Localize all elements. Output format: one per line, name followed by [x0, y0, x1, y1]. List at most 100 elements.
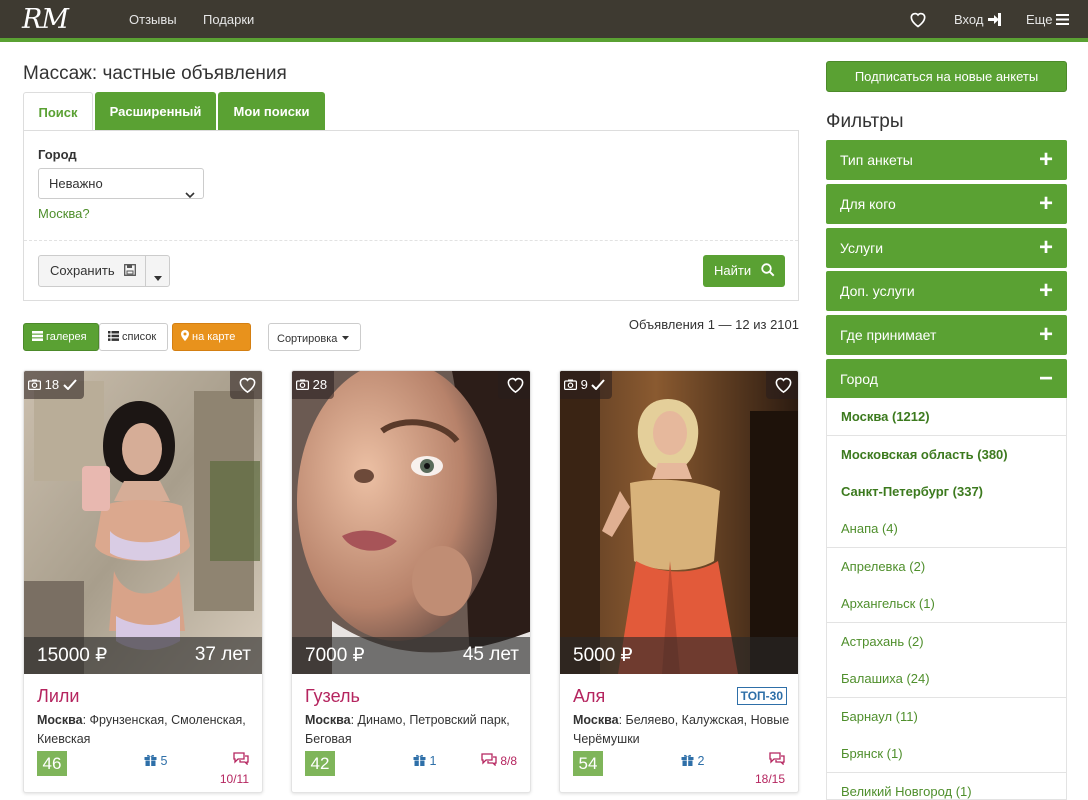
verified-check-icon: [63, 379, 77, 390]
gift-icon: [681, 754, 694, 769]
floppy-icon: [124, 257, 137, 287]
price-bar: 7000 ₽ 45 лет: [292, 637, 530, 674]
divider: [24, 240, 798, 241]
heart-icon: [506, 376, 525, 394]
city-hint-link[interactable]: Москва?: [38, 206, 90, 221]
city-filter-item[interactable]: Брянск (1): [826, 735, 1067, 773]
more-label: Еще: [1026, 12, 1053, 27]
listing-card[interactable]: 18 15000 ₽ 37 лет Лили Москва: Фрунзенск…: [23, 370, 263, 793]
sort-dropdown[interactable]: Сортировка: [268, 323, 361, 351]
listing-location: Москва: Беляево, Калужская, Новые Черёму…: [573, 711, 791, 749]
city-select[interactable]: Неважно: [38, 168, 204, 199]
city-select-value: Неважно: [49, 176, 103, 191]
listing-name[interactable]: Аля: [573, 686, 605, 707]
photo-count-badge: 9: [560, 371, 613, 399]
price: 5000 ₽: [573, 645, 633, 666]
nav-link-reviews[interactable]: Отзывы: [129, 12, 177, 27]
gifts-count[interactable]: 1: [413, 754, 436, 769]
find-button[interactable]: Найти: [703, 255, 785, 287]
city-filter-item[interactable]: Астрахань (2): [826, 623, 1067, 661]
photo-count-badge: 28: [292, 371, 335, 399]
reviews-count[interactable]: 10/11: [220, 752, 249, 788]
reviews-count[interactable]: 8/8: [481, 752, 517, 771]
tab-advanced[interactable]: Расширенный: [95, 92, 216, 131]
comments-icon: [233, 752, 249, 770]
price: 15000 ₽: [37, 645, 108, 666]
filter-accordion-services[interactable]: Услуги +: [826, 228, 1067, 268]
gifts-value: 5: [160, 754, 168, 768]
view-list-button[interactable]: список: [99, 323, 168, 351]
age-text: 45 лет: [462, 644, 519, 665]
age-badge: 42: [305, 751, 335, 776]
listing-photo[interactable]: 9 5000 ₽: [560, 371, 798, 674]
reviews-count[interactable]: 18/15: [755, 752, 785, 788]
more-menu[interactable]: Еще: [1026, 12, 1070, 28]
listing-photo[interactable]: 18 15000 ₽ 37 лет: [24, 371, 262, 674]
comments-icon: [769, 752, 785, 770]
city-filter-item[interactable]: Великий Новгород (1): [826, 773, 1067, 800]
subscribe-button[interactable]: Подписаться на новые анкеты: [826, 61, 1067, 92]
photo-count: 9: [580, 377, 588, 392]
favorite-button[interactable]: [766, 371, 798, 399]
city-filter-item[interactable]: Архангельск (1): [826, 585, 1067, 623]
view-map-button[interactable]: на карте: [172, 323, 251, 351]
site-logo[interactable]: RM: [22, 4, 69, 35]
gifts-count[interactable]: 5: [144, 754, 167, 769]
plus-icon: +: [1038, 146, 1053, 173]
accordion-label: Тип анкеты: [840, 152, 913, 168]
listing-name[interactable]: Гузель: [305, 686, 360, 707]
view-list-label: список: [122, 331, 157, 343]
tab-search[interactable]: Поиск: [23, 92, 93, 131]
accordion-label: Где принимает: [840, 327, 937, 343]
accordion-label: Доп. услуги: [840, 283, 915, 299]
save-search-button[interactable]: Сохранить: [38, 255, 146, 287]
chevron-down-icon: [185, 180, 195, 209]
caret-down-icon: [154, 269, 162, 284]
view-gallery-button[interactable]: галерея: [23, 323, 99, 351]
city-filter-item[interactable]: Московская область (380): [826, 436, 1067, 474]
save-label: Сохранить: [50, 263, 115, 278]
plus-icon: +: [1038, 234, 1053, 261]
gift-icon: [144, 754, 157, 769]
city-filter-item[interactable]: Апрелевка (2): [826, 548, 1067, 586]
photo-count: 28: [312, 377, 328, 392]
filters-title: Фильтры: [826, 111, 904, 132]
city-label: Город: [38, 147, 77, 162]
nav-link-gifts[interactable]: Подарки: [203, 12, 254, 27]
favorite-button[interactable]: [230, 371, 262, 399]
reviews-value-2: 18/15: [754, 772, 785, 786]
gift-icon: [413, 754, 426, 769]
gifts-value: 1: [429, 754, 437, 768]
sort-label: Сортировка: [277, 333, 338, 345]
location-city: Москва: [573, 713, 619, 727]
listing-photo[interactable]: 28 7000 ₽ 45 лет: [292, 371, 530, 674]
gifts-value: 2: [697, 754, 705, 768]
accordion-label: Город: [840, 371, 878, 387]
filter-accordion-type[interactable]: Тип анкеты +: [826, 140, 1067, 180]
city-filter-item[interactable]: Барнаул (11): [826, 698, 1067, 736]
filter-accordion-location[interactable]: Где принимает +: [826, 315, 1067, 355]
gifts-count[interactable]: 2: [681, 754, 704, 769]
city-filter-item[interactable]: Санкт-Петербург (337): [826, 473, 1067, 511]
listing-card[interactable]: 28 7000 ₽ 45 лет Гузель Москва: Динамо, …: [291, 370, 531, 793]
filter-accordion-for-whom[interactable]: Для кого +: [826, 184, 1067, 224]
tab-my-searches[interactable]: Мои поиски: [218, 92, 325, 131]
map-marker-icon: [181, 325, 189, 351]
filter-accordion-city[interactable]: Город −: [826, 359, 1067, 399]
heart-icon[interactable]: [908, 8, 928, 33]
listing-card[interactable]: 9 5000 ₽ Аля ТОП-30 Москва: Беляево, Кал…: [559, 370, 799, 793]
price-bar: 5000 ₽: [560, 637, 798, 674]
plus-icon: +: [1038, 321, 1053, 348]
login-link[interactable]: Вход: [954, 12, 1002, 29]
photo-count: 18: [44, 377, 60, 392]
city-filter-item[interactable]: Москва (1212): [826, 398, 1067, 436]
city-filter-item[interactable]: Анапа (4): [826, 510, 1067, 548]
age-badge: 54: [573, 751, 603, 776]
save-dropdown-toggle[interactable]: [145, 255, 170, 287]
listing-name[interactable]: Лили: [37, 686, 79, 707]
city-filter-item[interactable]: Балашиха (24): [826, 660, 1067, 698]
favorite-button[interactable]: [498, 371, 530, 399]
price: 7000 ₽: [305, 645, 365, 666]
filter-accordion-extra-services[interactable]: Доп. услуги +: [826, 271, 1067, 311]
results-count: Объявления 1 — 12 из 2101: [628, 317, 799, 332]
